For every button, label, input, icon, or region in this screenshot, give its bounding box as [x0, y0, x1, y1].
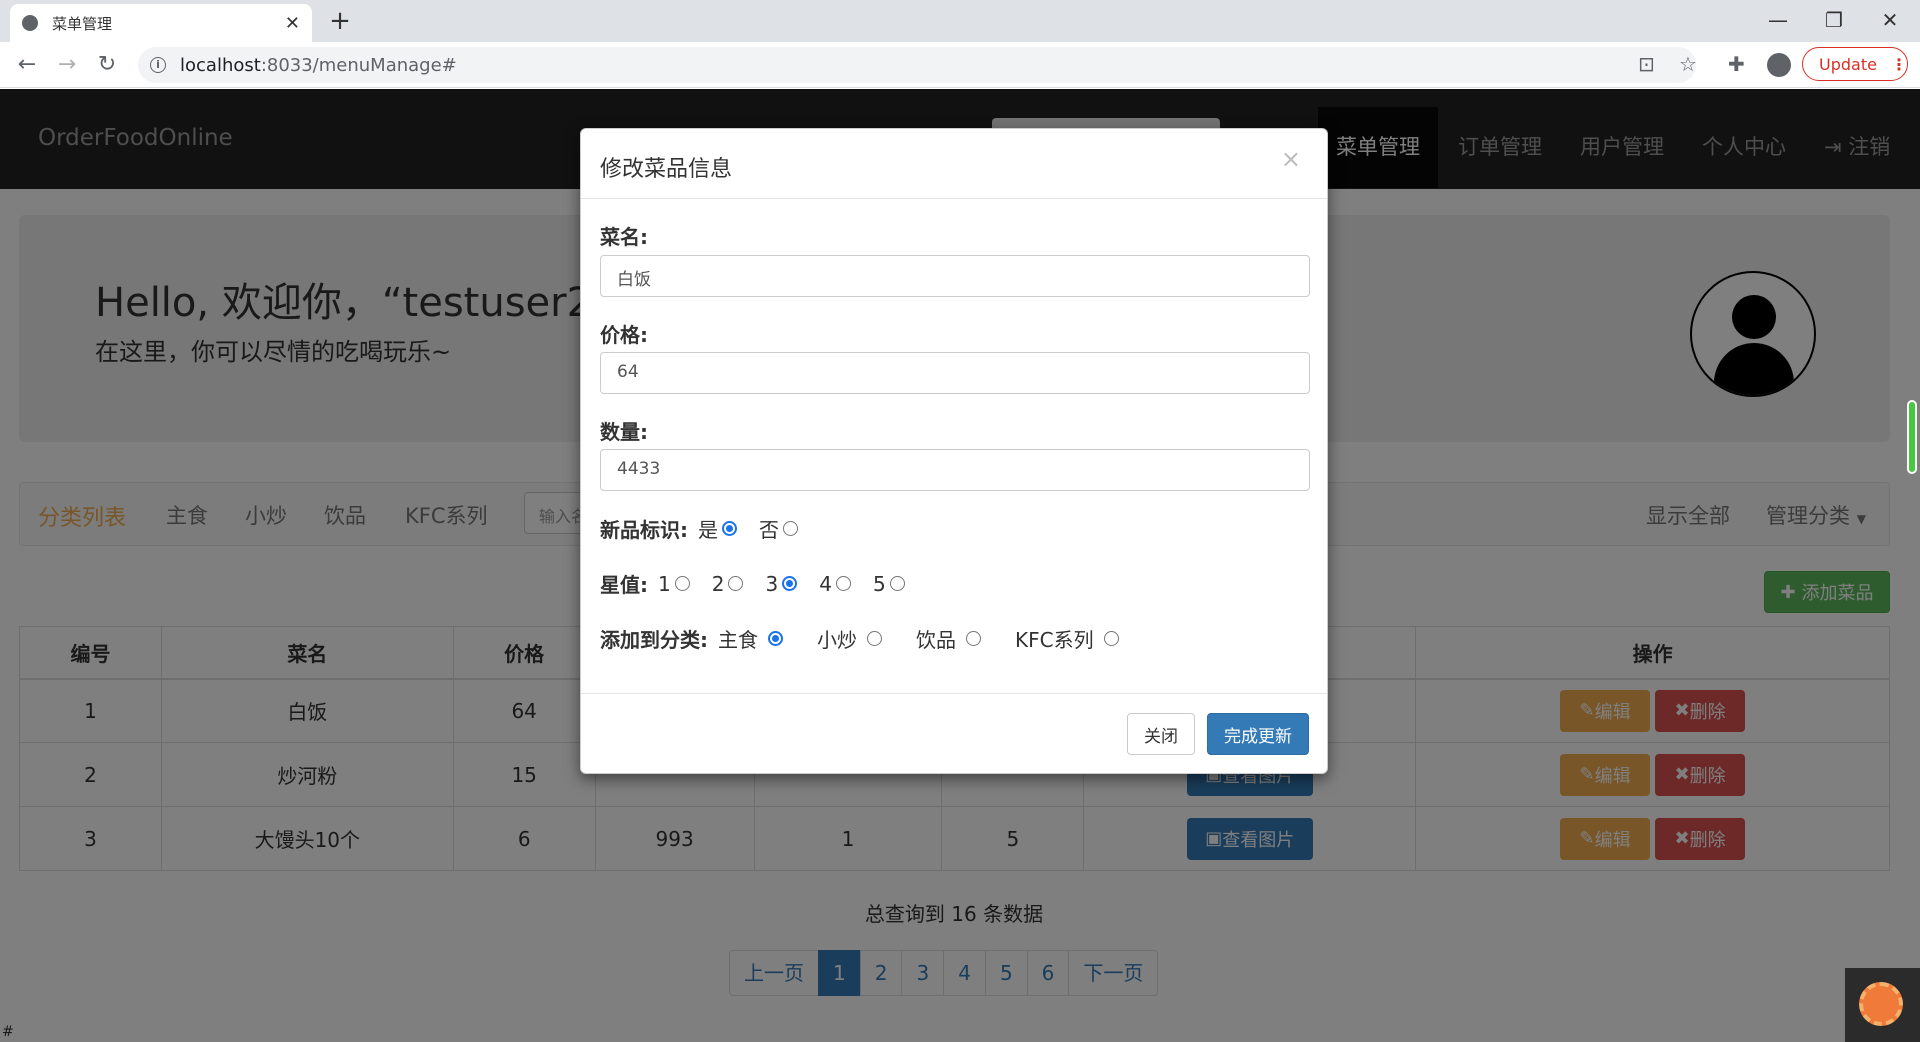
- close-button[interactable]: 关闭: [1127, 713, 1195, 755]
- category-group: 添加到分类: 主食 小炒 饮品 KFC系列: [600, 624, 1141, 653]
- site-info-icon[interactable]: i: [150, 57, 166, 73]
- submit-update-button[interactable]: 完成更新: [1207, 713, 1309, 755]
- tab-close-icon[interactable]: ✕: [285, 13, 300, 34]
- browser-tab[interactable]: 菜单管理 ✕: [10, 4, 312, 42]
- floating-widget[interactable]: [1845, 968, 1920, 1042]
- star-3-label: 3: [765, 571, 779, 596]
- cat-staple-label: 主食: [718, 628, 758, 652]
- cat-stirfry[interactable]: 小炒: [817, 624, 882, 653]
- star-4[interactable]: 4: [819, 572, 851, 596]
- star-3[interactable]: 3: [765, 571, 798, 596]
- reload-icon[interactable]: ↻: [92, 50, 122, 80]
- modal-header: 修改菜品信息 ×: [581, 129, 1327, 199]
- cat-staple[interactable]: 主食: [718, 624, 783, 653]
- star-4-label: 4: [819, 571, 832, 596]
- cat-stirfry-label: 小炒: [817, 628, 857, 652]
- star-1-radio[interactable]: [674, 576, 690, 591]
- price-label: 价格:: [600, 323, 648, 347]
- new-flag-no-radio[interactable]: [783, 521, 798, 536]
- cat-kfc-radio[interactable]: [1103, 631, 1119, 646]
- new-flag-yes-label: 是: [698, 518, 718, 542]
- star-2[interactable]: 2: [712, 572, 744, 596]
- category-add-label: 添加到分类:: [600, 628, 708, 652]
- cat-drinks[interactable]: 饮品: [916, 624, 981, 653]
- star-5-radio[interactable]: [889, 576, 905, 591]
- back-icon[interactable]: ←: [12, 50, 42, 80]
- tab-title: 菜单管理: [52, 14, 113, 33]
- forward-icon[interactable]: →: [52, 50, 82, 80]
- restore-icon[interactable]: ❐: [1806, 4, 1862, 38]
- new-flag-group: 新品标识: 是 否: [600, 514, 820, 543]
- window-close-icon[interactable]: ✕: [1862, 4, 1918, 38]
- star-1[interactable]: 1: [658, 572, 690, 596]
- new-flag-yes-radio[interactable]: [722, 521, 737, 536]
- url-path: :8033/menuManage#: [260, 54, 457, 76]
- star-2-label: 2: [711, 571, 725, 596]
- new-flag-label: 新品标识:: [600, 518, 688, 542]
- price-input[interactable]: 64: [600, 352, 1310, 394]
- translate-icon[interactable]: ⊡: [1638, 52, 1655, 76]
- extensions-icon[interactable]: ✚: [1728, 52, 1745, 76]
- edit-dish-modal: 修改菜品信息 × 菜名: 白饭 价格: 64 数量: 4433 新品标识: 是 …: [580, 128, 1328, 774]
- new-tab-icon[interactable]: +: [326, 8, 354, 36]
- more-menu-icon[interactable]: ⋮: [1891, 55, 1907, 74]
- star-5-label: 5: [872, 571, 886, 596]
- name-label: 菜名:: [600, 225, 648, 249]
- star-1-label: 1: [658, 571, 671, 596]
- cat-staple-radio[interactable]: [768, 631, 783, 646]
- cat-drinks-radio[interactable]: [966, 631, 981, 646]
- new-flag-no-label: 否: [759, 518, 779, 542]
- quantity-input[interactable]: 4433: [600, 449, 1310, 491]
- star-2-radio[interactable]: [728, 576, 744, 591]
- scrollbar-thumb[interactable]: [1907, 400, 1917, 474]
- star-4-radio[interactable]: [835, 576, 851, 591]
- cat-kfc-label: KFC系列: [1015, 628, 1094, 652]
- modal-title: 修改菜品信息: [600, 157, 733, 182]
- update-button[interactable]: Update ⋮: [1802, 47, 1908, 81]
- cat-drinks-label: 饮品: [916, 628, 956, 652]
- profile-icon[interactable]: [1767, 53, 1791, 77]
- address-bar[interactable]: i localhost:8033/menuManage#: [138, 47, 1696, 83]
- update-label: Update: [1819, 54, 1877, 74]
- cat-kfc[interactable]: KFC系列: [1015, 624, 1119, 653]
- url-host: localhost: [180, 54, 261, 76]
- sun-icon: [1859, 982, 1903, 1026]
- cat-stirfry-radio[interactable]: [867, 631, 882, 646]
- new-flag-yes[interactable]: 是: [698, 514, 737, 543]
- new-flag-no[interactable]: 否: [759, 514, 798, 543]
- browser-toolbar: ← → ↻ i localhost:8033/menuManage#: [0, 42, 1920, 88]
- star-label: 星值:: [600, 573, 648, 597]
- modal-footer: 关闭 完成更新: [581, 693, 1327, 775]
- modal-close-icon[interactable]: ×: [1281, 145, 1301, 173]
- bookmark-star-icon[interactable]: ☆: [1679, 52, 1697, 76]
- star-3-radio[interactable]: [782, 576, 798, 591]
- name-input[interactable]: 白饭: [600, 255, 1310, 297]
- browser-tabbar: 菜单管理 ✕ + — ❐ ✕: [0, 0, 1920, 42]
- quantity-label: 数量:: [600, 420, 648, 444]
- globe-icon: [22, 15, 38, 31]
- star-5[interactable]: 5: [873, 572, 905, 596]
- minimize-icon[interactable]: —: [1750, 4, 1806, 38]
- star-group: 星值: 1 2 3 4 5: [600, 569, 927, 598]
